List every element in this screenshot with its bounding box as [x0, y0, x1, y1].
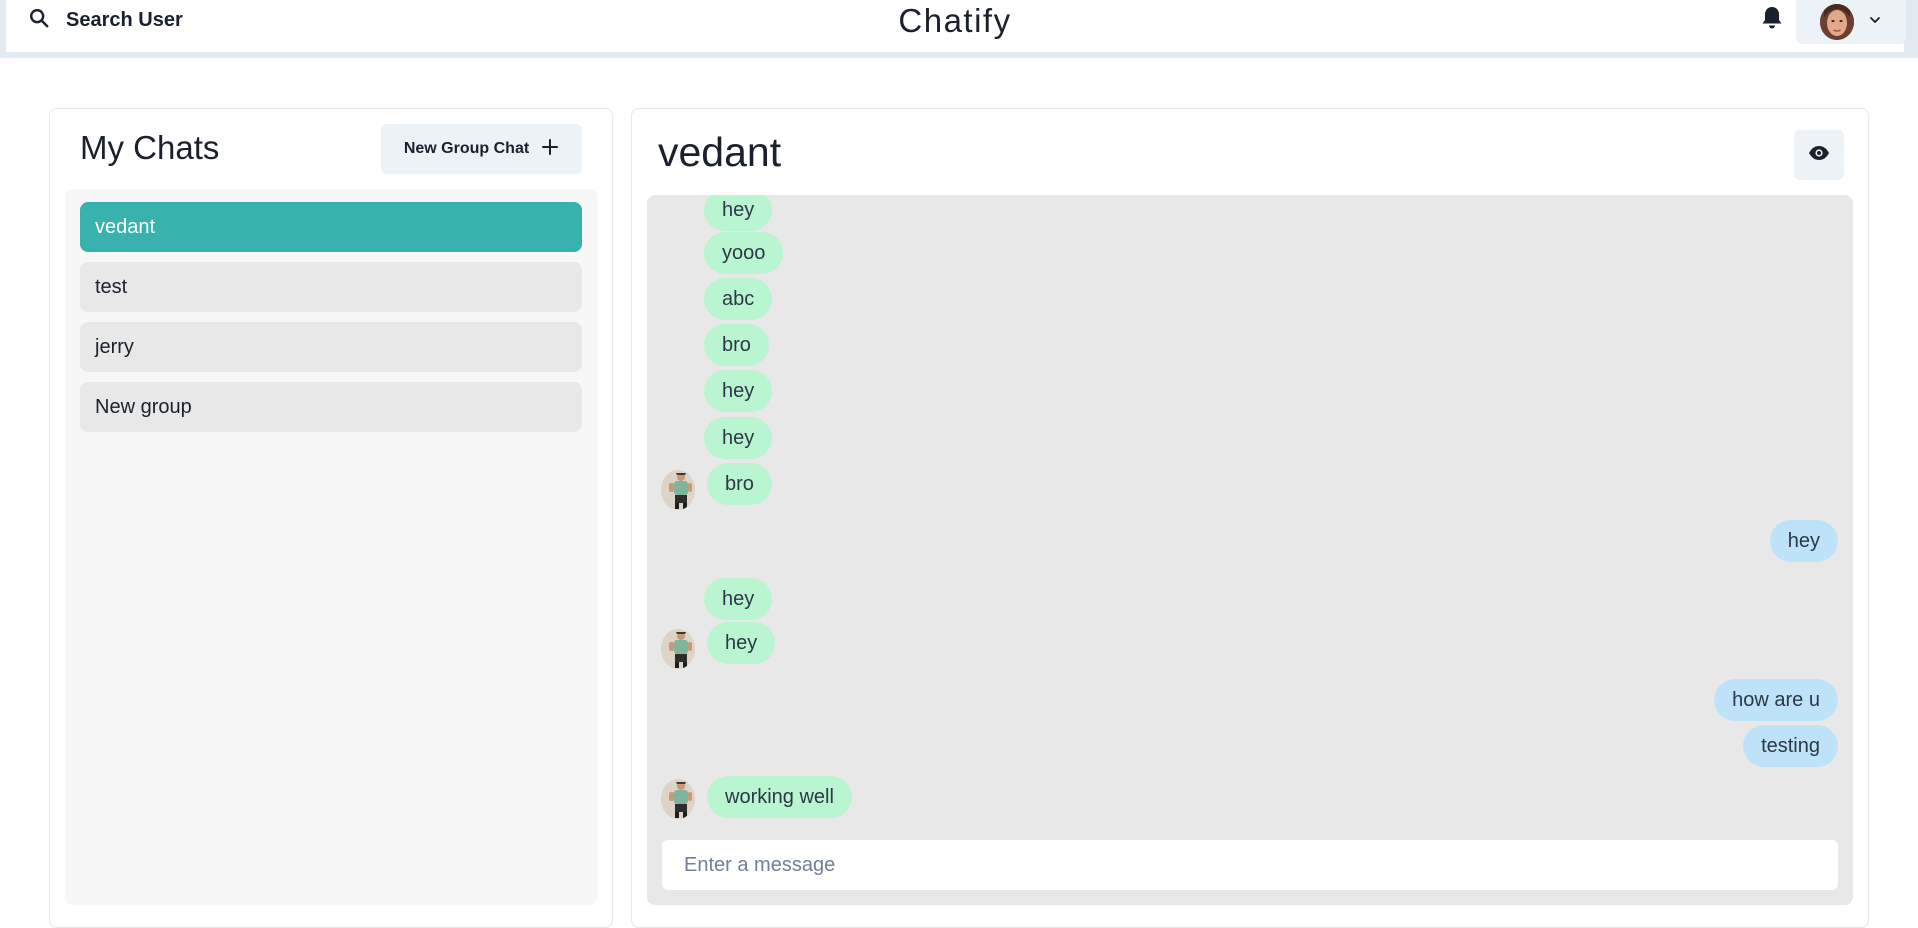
top-bar: Search User Chatify [0, 0, 1918, 58]
top-bar-inner: Search User Chatify [6, 0, 1906, 52]
message-bubble-incoming: yooo [704, 232, 784, 274]
eye-icon [1808, 145, 1830, 166]
message-bubble-incoming: abc [704, 278, 773, 320]
view-profile-button[interactable] [1794, 130, 1844, 180]
chat-list-item-label: jerry [95, 335, 134, 358]
my-chats-panel: My Chats New Group Chat vedant test jerr… [49, 108, 613, 928]
chat-list-item-jerry[interactable]: jerry [80, 322, 582, 372]
chevron-down-icon [1868, 13, 1882, 32]
sender-avatar[interactable] [661, 779, 695, 819]
message-bubble-incoming: bro [704, 324, 769, 366]
new-group-chat-button[interactable]: New Group Chat [381, 124, 582, 174]
message-bubble-outgoing: testing [1743, 725, 1838, 767]
conversation-panel: vedant hey yooo abc bro hey hey bro hey … [631, 108, 1869, 928]
new-group-chat-label: New Group Chat [403, 140, 530, 157]
message-bubble-incoming: hey [704, 417, 773, 459]
chat-list-item-label: test [95, 275, 128, 298]
chat-list-item-label: New group [95, 395, 192, 418]
message-bubble-incoming: working well [707, 776, 852, 818]
message-bubble-incoming: hey [704, 370, 773, 412]
app-title: Chatify [898, 2, 1012, 39]
bell-icon [1760, 5, 1784, 36]
message-bubble-outgoing: hey [1769, 520, 1838, 562]
chat-list-item-test[interactable]: test [80, 262, 582, 312]
message-bubble-incoming: hey [704, 195, 773, 231]
message-input[interactable] [662, 840, 1838, 890]
sender-avatar[interactable] [661, 629, 695, 669]
chat-list-item-new-group[interactable]: New group [80, 382, 582, 432]
chat-list-item-label: vedant [95, 215, 156, 238]
chat-list: vedant test jerry New group [65, 189, 597, 905]
user-avatar [1820, 4, 1854, 40]
sender-avatar[interactable] [661, 470, 695, 510]
message-bubble-outgoing: how are u [1714, 679, 1838, 721]
profile-menu-button[interactable] [1796, 0, 1906, 44]
message-bubble-incoming: hey [707, 622, 776, 664]
notifications-button[interactable] [1758, 6, 1786, 34]
message-bubble-incoming: bro [707, 463, 772, 505]
chat-list-item-vedant[interactable]: vedant [80, 202, 582, 252]
messages-area[interactable]: hey yooo abc bro hey hey bro hey hey hey… [647, 195, 1853, 905]
message-bubble-incoming: hey [704, 578, 773, 620]
my-chats-title: My Chats [80, 129, 220, 166]
plus-icon [541, 138, 559, 161]
conversation-title: vedant [658, 129, 782, 175]
